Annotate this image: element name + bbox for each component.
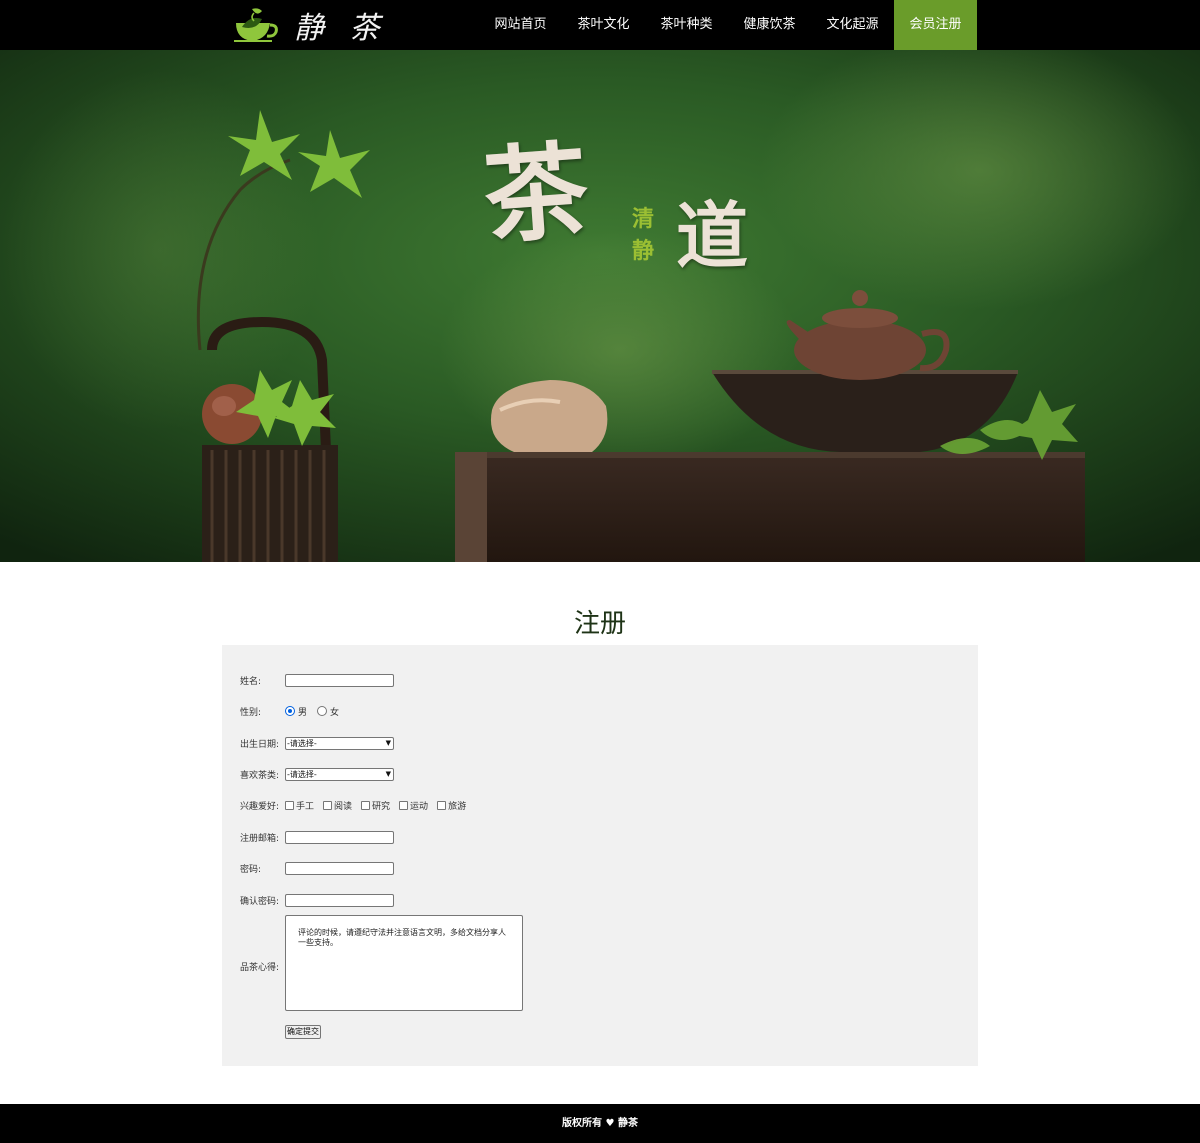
hobby-checkbox[interactable] bbox=[437, 800, 447, 810]
tea-cup-logo-icon bbox=[234, 8, 278, 42]
site-logo-text: 静 茶 bbox=[294, 11, 388, 46]
birth-row: 出生日期: -请选择- ▼ bbox=[240, 733, 394, 753]
hobby-option-label: 阅读 bbox=[334, 801, 353, 812]
password-label: 密码: bbox=[240, 864, 262, 875]
top-header: 静 茶 网站首页 茶叶文化 茶叶种类 健康饮茶 文化起源 会员注册 bbox=[0, 0, 1200, 50]
confirm-password-row: 确认密码: bbox=[240, 890, 394, 910]
register-title: 注册 bbox=[573, 609, 626, 639]
chevron-down-icon: ▼ bbox=[385, 769, 391, 778]
hobby-checkbox[interactable] bbox=[285, 800, 294, 810]
hobby-checkbox[interactable] bbox=[399, 800, 409, 810]
calligraphy-dao: 道 bbox=[676, 193, 749, 278]
email-row: 注册邮箱: bbox=[240, 827, 394, 847]
nav-item-culture-origin[interactable]: 文化起源 bbox=[811, 0, 894, 50]
nav-item-tea-types[interactable]: 茶叶种类 bbox=[645, 0, 728, 50]
register-form: 姓名: 性别: 男 女 出生日期: -请选择- ▼ 喜欢茶类: -请选择- ▼ … bbox=[222, 645, 978, 1066]
hobby-option-reading[interactable]: 阅读 bbox=[323, 799, 352, 812]
hobby-option-research[interactable]: 研究 bbox=[361, 799, 390, 812]
tea-type-select[interactable]: -请选择- ▼ bbox=[285, 767, 394, 781]
tea-type-row: 喜欢茶类: -请选择- ▼ bbox=[240, 764, 394, 784]
hobby-option-handcraft[interactable]: 手工 bbox=[285, 799, 314, 812]
calligraphy-tea: 茶 bbox=[479, 128, 593, 259]
hobby-option-label: 运动 bbox=[410, 801, 429, 812]
birth-date-select[interactable]: -请选择- ▼ bbox=[285, 736, 394, 750]
site-footer: 版权所有 ♥ 静茶 bbox=[0, 1104, 1200, 1143]
site-logo[interactable]: 静 茶 bbox=[232, 4, 388, 46]
hobby-option-label: 旅游 bbox=[448, 801, 467, 812]
hobby-checkbox[interactable] bbox=[361, 800, 371, 810]
tea-way-calligraphy: 茶 清 静 道 bbox=[480, 129, 784, 302]
hobby-option-travel[interactable]: 旅游 bbox=[437, 799, 466, 812]
nav-item-tea-culture[interactable]: 茶叶文化 bbox=[562, 0, 645, 50]
hobby-option-label: 研究 bbox=[372, 801, 391, 812]
tasting-notes-textarea[interactable]: 评论的时候，请遵纪守法并注意语言文明，多给文档分享人一些支持。 bbox=[285, 915, 523, 1011]
gender-male-radio[interactable] bbox=[285, 706, 295, 716]
name-row: 姓名: bbox=[240, 670, 394, 690]
submit-button[interactable]: 确定提交 bbox=[285, 1025, 321, 1039]
gender-label: 性别: bbox=[240, 707, 262, 718]
copyright-text: 版权所有 ♥ 静茶 bbox=[562, 1118, 638, 1129]
tea-scene-image bbox=[0, 50, 1200, 562]
hobby-label: 兴趣爱好: bbox=[240, 801, 280, 812]
confirm-password-input[interactable] bbox=[285, 893, 394, 907]
email-label: 注册邮箱: bbox=[240, 833, 280, 844]
hobby-option-label: 手工 bbox=[296, 801, 315, 812]
name-input[interactable] bbox=[285, 673, 394, 687]
gender-male-label: 男 bbox=[298, 707, 308, 718]
nav-item-home[interactable]: 网站首页 bbox=[479, 0, 562, 50]
calligraphy-jing: 静 bbox=[632, 238, 655, 264]
tea-type-value: -请选择- bbox=[287, 769, 317, 779]
email-input[interactable] bbox=[285, 830, 394, 844]
main-nav: 网站首页 茶叶文化 茶叶种类 健康饮茶 文化起源 会员注册 bbox=[479, 0, 977, 50]
tea-type-label: 喜欢茶类: bbox=[240, 770, 280, 781]
nav-item-member-register[interactable]: 会员注册 bbox=[894, 0, 977, 50]
hobby-row: 兴趣爱好: 手工 阅读 研究 运动 旅游 bbox=[240, 795, 475, 815]
birth-date-value: -请选择- bbox=[287, 738, 317, 748]
tasting-notes-text: 评论的时候，请遵纪守法并注意语言文明，多给文档分享人一些支持。 bbox=[298, 928, 506, 947]
gender-row: 性别: 男 女 bbox=[240, 701, 349, 721]
password-row: 密码: bbox=[240, 858, 394, 878]
name-label: 姓名: bbox=[240, 676, 262, 687]
gender-male-option[interactable]: 男 bbox=[285, 705, 307, 718]
nav-item-healthy-tea[interactable]: 健康饮茶 bbox=[728, 0, 811, 50]
chevron-down-icon: ▼ bbox=[385, 738, 391, 747]
hobby-option-sports[interactable]: 运动 bbox=[399, 799, 428, 812]
birth-label: 出生日期: bbox=[240, 739, 280, 750]
hobby-checkbox[interactable] bbox=[323, 800, 333, 810]
gender-female-option[interactable]: 女 bbox=[317, 705, 339, 718]
calligraphy-qing: 清 bbox=[632, 206, 655, 232]
tasting-notes-label: 品茶心得: bbox=[240, 963, 280, 973]
password-input[interactable] bbox=[285, 861, 394, 875]
confirm-password-label: 确认密码: bbox=[240, 896, 280, 907]
hero-banner: 茶 清 静 道 bbox=[0, 50, 1200, 562]
gender-female-radio[interactable] bbox=[317, 706, 328, 716]
gender-female-label: 女 bbox=[330, 707, 340, 718]
